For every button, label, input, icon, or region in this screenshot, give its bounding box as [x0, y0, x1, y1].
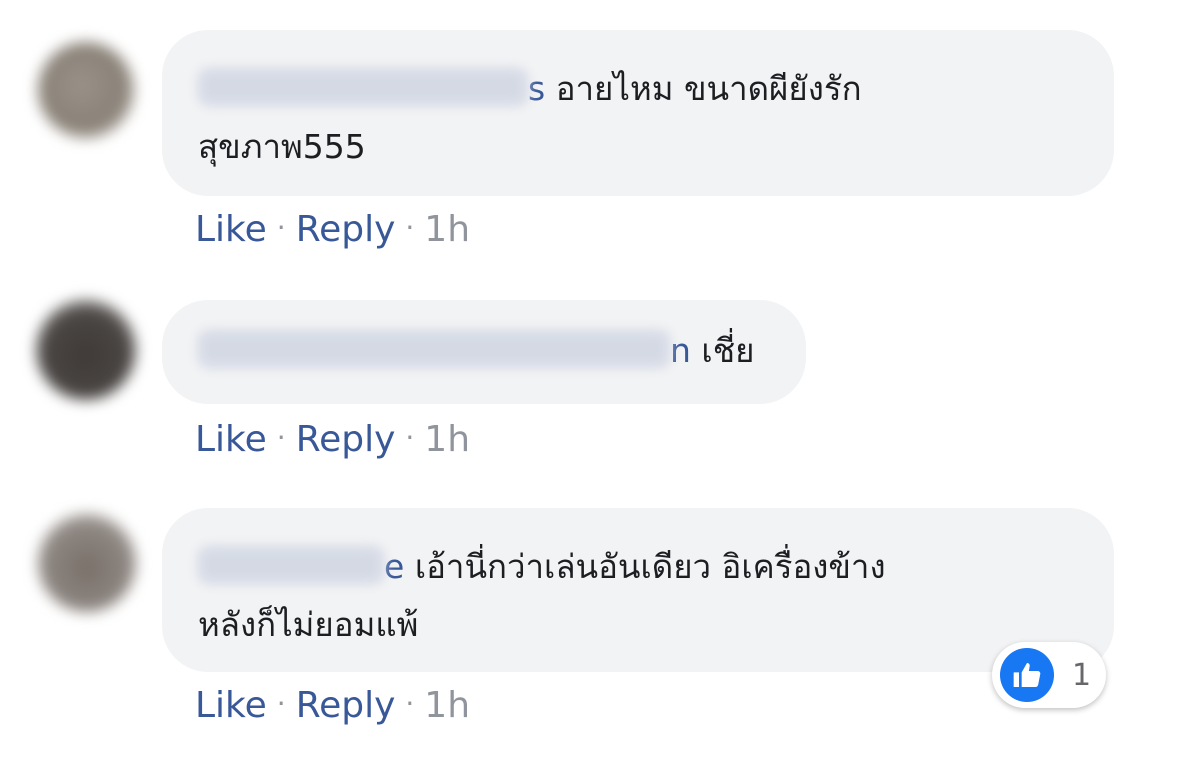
author-name-tail[interactable]: n — [670, 331, 691, 370]
reply-link[interactable]: Reply — [296, 685, 396, 726]
reaction-badge[interactable]: 1 — [992, 642, 1106, 708]
like-link[interactable]: Like — [195, 685, 267, 726]
separator: · — [276, 421, 286, 454]
timestamp[interactable]: 1h — [424, 209, 470, 250]
comment-actions: Like · Reply · 1h — [195, 682, 470, 728]
comment-thread: s อายไหม ขนาดผียังรัก สุขภาพ555 Like · Rep… — [0, 0, 1200, 762]
like-link[interactable]: Like — [195, 419, 267, 460]
avatar[interactable] — [38, 42, 134, 138]
comment-bubble: s อายไหม ขนาดผียังรัก สุขภาพ555 — [162, 30, 1114, 196]
timestamp[interactable]: 1h — [424, 419, 470, 460]
separator: · — [276, 211, 286, 244]
comment-bubble: e เอ้านี่กว่าเล่นอันเดียว อิเครื่องข้าง … — [162, 508, 1114, 672]
separator: · — [405, 421, 415, 454]
comment-actions: Like · Reply · 1h — [195, 206, 470, 252]
separator: · — [405, 687, 415, 720]
timestamp[interactable]: 1h — [424, 685, 470, 726]
like-icon — [1000, 648, 1054, 702]
comment-text: เชี่ย — [701, 331, 755, 370]
comment-actions: Like · Reply · 1h — [195, 416, 470, 462]
separator: · — [405, 211, 415, 244]
reply-link[interactable]: Reply — [296, 209, 396, 250]
reaction-count: 1 — [1072, 657, 1092, 693]
author-name-tail[interactable]: e — [384, 547, 404, 586]
author-name-tail[interactable]: s — [528, 69, 545, 108]
reply-link[interactable]: Reply — [296, 419, 396, 460]
avatar[interactable] — [38, 514, 136, 612]
avatar[interactable] — [36, 300, 136, 400]
author-name-redacted[interactable] — [198, 68, 528, 106]
author-name-redacted[interactable] — [198, 330, 670, 368]
separator: · — [276, 687, 286, 720]
like-link[interactable]: Like — [195, 209, 267, 250]
comment-bubble: n เชี่ย — [162, 300, 806, 404]
author-name-redacted[interactable] — [198, 546, 384, 584]
